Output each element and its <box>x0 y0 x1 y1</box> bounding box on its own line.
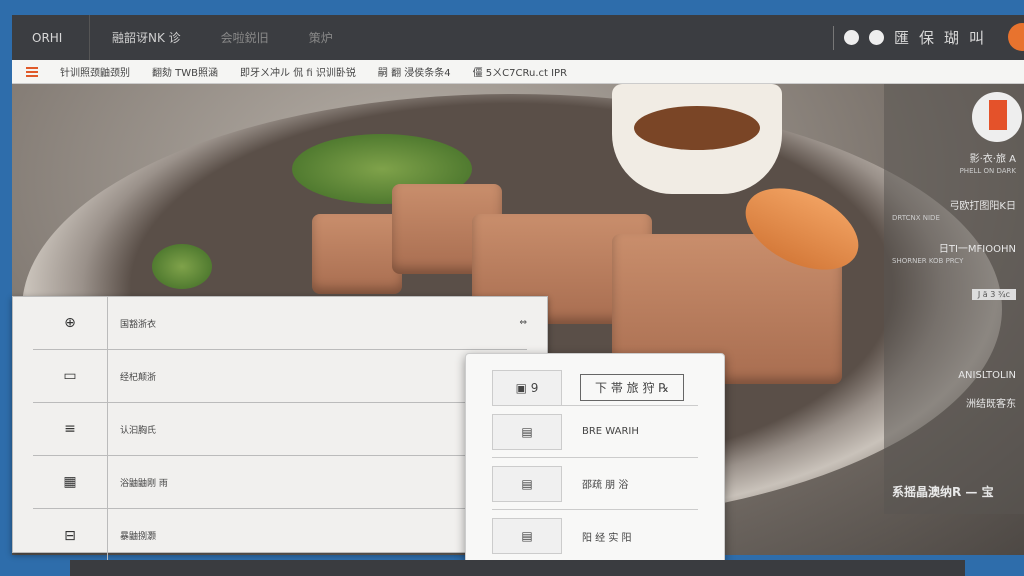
topbar-actions: 匯 保 瑚 叫 <box>832 25 984 50</box>
document-icon: ▤ <box>492 413 562 450</box>
broccoli-image <box>152 244 212 289</box>
card-row-label: 邵疏 朋 浴 <box>582 480 629 491</box>
info-sidebar: 影·衣·旅 A PHELL ON DARK 弓欧打图阳K日 DRTCNX NID… <box>884 84 1024 514</box>
toolbar-item-3[interactable]: 即牙ㄨ冲ル 侃 fi 识训卧锐 <box>240 64 356 79</box>
list-item-icon: ⊕ <box>33 297 108 349</box>
side-line-1: 弓欧打图阳K日 <box>949 201 1016 212</box>
card-header-icon: ▣ 9 <box>492 369 562 406</box>
card-row-label: 阳 经 实 阳 <box>582 532 632 544</box>
side-footer[interactable]: 系摇晶澳纳R — 宝 <box>892 483 994 500</box>
list-item-icon: ≡ <box>33 403 108 455</box>
topbar-action-2[interactable]: 保 <box>919 27 934 48</box>
bottom-bar <box>70 560 965 576</box>
side-title-sub: PHELL ON DARK <box>959 167 1016 175</box>
topbar-action-4[interactable]: 叫 <box>969 27 984 48</box>
topbar-action-1[interactable]: 匯 <box>894 27 909 48</box>
side-line-4: 洲结既客东 <box>966 399 1016 410</box>
user-icon[interactable] <box>843 30 859 45</box>
card-row-label: BRE WARIH <box>582 426 639 437</box>
toolbar-item-1[interactable]: 针训照颈鼬颈别 <box>60 64 130 79</box>
profile-avatar[interactable] <box>1008 23 1024 51</box>
nav-item-2[interactable]: 会啦鋭旧 <box>199 29 287 46</box>
document-icon: ▤ <box>492 465 562 502</box>
list-item-icon: ⊟ <box>33 509 108 562</box>
card-row[interactable]: ▤ BRE WARIH <box>492 406 698 458</box>
side-tag[interactable]: J ä 3 ¾c <box>971 289 1016 300</box>
side-title: 影·衣·旅 A <box>969 154 1016 165</box>
card-header: ▣ 9 下 帯 旅 狩 ℞ <box>492 369 698 406</box>
card-header-button[interactable]: 下 帯 旅 狩 ℞ <box>580 374 685 401</box>
document-icon: ▤ <box>492 518 562 554</box>
list-item-icon: ▦ <box>33 456 108 508</box>
toolbar: 针训照颈鼬颈别 翻劾 TWB照涵 即牙ㄨ冲ル 侃 fi 识训卧锐 嗣 翻 浸侯条… <box>12 60 1024 84</box>
toolbar-item-5[interactable]: 僵 5ㄨC7CRu.ct IPR <box>473 64 567 79</box>
settings-icon[interactable] <box>868 30 884 45</box>
chef-avatar[interactable] <box>972 92 1022 142</box>
link-icon[interactable]: ⇔ <box>519 318 527 328</box>
topbar-action-3[interactable]: 瑚 <box>944 27 959 48</box>
card-row[interactable]: ▤ 邵疏 朋 浴 <box>492 458 698 510</box>
menu-icon[interactable] <box>26 66 38 77</box>
side-line-3: ANISLTOLIN <box>958 370 1016 381</box>
side-line-1-sub: DRTCNX NIDE <box>892 214 940 222</box>
side-line-2: 日TI一MFIOOHN <box>938 244 1016 255</box>
list-item[interactable]: ▭ 经杞颠浙 <box>33 350 527 403</box>
list-item[interactable]: ▦ 浴鼬鼬刚 雨 <box>33 456 527 509</box>
list-item[interactable]: ⊕ 国豁浙衣 ⇔ <box>33 297 527 350</box>
list-item[interactable]: ⊟ 暴鼬捌灏 <box>33 509 527 562</box>
brand-logo[interactable]: ORHI <box>12 15 90 60</box>
options-card: ▣ 9 下 帯 旅 狩 ℞ ▤ BRE WARIH ▤ 邵疏 朋 浴 ▤ 阳 经 实 阳 <box>465 353 725 565</box>
card-row[interactable]: ▤ 阳 经 实 阳 <box>492 510 698 562</box>
side-line-2-sub: SHORNER KOB PRCY <box>892 257 964 265</box>
top-navbar: ORHI 融韶讶NK 诊 会啦鋭旧 策炉 匯 保 瑚 叫 <box>12 15 1024 60</box>
list-item-label: 国豁浙衣 <box>120 319 157 330</box>
list-item[interactable]: ≡ 认汩胸氏 <box>33 403 527 456</box>
nav-item-1[interactable]: 融韶讶NK 诊 <box>90 29 199 46</box>
toolbar-item-4[interactable]: 嗣 翻 浸侯条条4 <box>378 64 451 79</box>
nav-item-3[interactable]: 策炉 <box>287 29 351 46</box>
list-item-icon: ▭ <box>33 350 108 402</box>
toolbar-item-2[interactable]: 翻劾 TWB照涵 <box>152 64 218 79</box>
meat-piece <box>312 214 402 294</box>
sauce-cup-image <box>612 84 782 194</box>
